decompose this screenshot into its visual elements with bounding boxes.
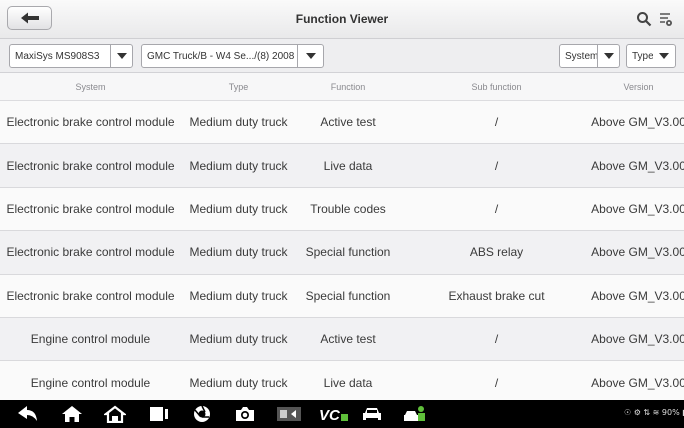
system-dropdown-label: System [565,50,597,62]
type-dropdown[interactable]: Type [626,44,676,68]
cell-sub-function: / [494,201,499,216]
cell-sub-function: Exhaust brake cut [448,288,545,303]
device-dropdown-label: MaxiSys MS908S3 [15,50,100,62]
device-dropdown[interactable]: MaxiSys MS908S3 [9,44,133,68]
vehicle-dropdown[interactable]: GMC Truck/B - W4 Se.../(8) 2008 [141,44,324,68]
cell-version: Above GM_V3.00 [591,332,684,347]
cell-type: Medium duty truck [189,158,288,173]
table-row[interactable]: Engine control module Medium duty truck … [0,361,684,405]
cell-version: Above GM_V3.00 [591,158,684,173]
cell-sub-function: / [494,375,499,390]
column-header-function[interactable]: Function [296,73,400,100]
cell-function: Active test [320,332,376,347]
vehicle-dropdown-label: GMC Truck/B - W4 Se.../(8) 2008 [147,50,295,62]
car-service-icon[interactable] [403,405,427,423]
camera-icon[interactable] [234,405,256,423]
cell-function: Active test [320,115,376,130]
table-row[interactable]: Electronic brake control module Medium d… [0,101,684,145]
cell-sub-function: / [494,158,499,173]
cell-version: Above GM_V3.00 [591,245,684,260]
cell-version: Above GM_V3.00 [591,201,684,216]
chevron-down-icon [597,45,619,67]
search-icon[interactable] [636,11,652,27]
type-dropdown-label: Type [632,50,653,62]
function-table: System Type Function Sub function Versio… [0,73,684,405]
cell-type: Medium duty truck [189,201,288,216]
cell-type: Medium duty truck [189,288,288,303]
column-header-system[interactable]: System [0,73,181,100]
cell-version: Above GM_V3.00 [591,375,684,390]
maxisys-home-icon[interactable] [104,405,126,423]
column-header-type[interactable]: Type [181,73,296,100]
browser-icon[interactable] [192,405,212,423]
table-header: System Type Function Sub function Versio… [0,73,684,101]
cell-system: Electronic brake control module [6,288,175,303]
system-dropdown[interactable]: System [559,44,620,68]
cell-type: Medium duty truck [189,245,288,260]
table-row[interactable]: Engine control module Medium duty truck … [0,317,684,362]
filter-toolbar: MaxiSys MS908S3 GMC Truck/B - W4 Se.../(… [0,39,684,73]
cell-version: Above GM_V3.00 [591,115,684,130]
cell-system: Electronic brake control module [6,115,175,130]
title-bar: Function Viewer [0,0,684,39]
cell-sub-function: ABS relay [469,245,524,260]
back-icon[interactable] [17,405,39,423]
cell-function: Special function [305,245,391,260]
cell-system: Electronic brake control module [6,201,175,216]
chevron-down-icon [653,45,675,67]
cell-function: Live data [323,158,373,173]
system-navbar: VC ☉ ⚙ ⇅ ≋ 90% ▮ 1:51 [0,400,684,428]
display-icon[interactable] [276,405,302,423]
home-icon[interactable] [61,405,83,423]
table-row[interactable]: Electronic brake control module Medium d… [0,144,684,188]
cell-version: Above GM_V3.00 [591,288,684,303]
column-header-sub-function[interactable]: Sub function [400,73,593,100]
table-row[interactable]: Electronic brake control module Medium d… [0,274,684,318]
vci-icon[interactable]: VC [319,405,349,423]
chevron-down-icon [297,45,323,67]
cell-function: Live data [323,375,373,390]
cell-system: Engine control module [30,375,151,390]
chevron-down-icon [110,45,132,67]
cell-system: Engine control module [30,332,151,347]
status-bar-text: ☉ ⚙ ⇅ ≋ 90% ▮ 1:51 [624,408,684,417]
cell-type: Medium duty truck [189,375,288,390]
cell-type: Medium duty truck [189,332,288,347]
page-title: Function Viewer [295,12,389,26]
cell-type: Medium duty truck [189,115,288,130]
cell-sub-function: / [494,332,499,347]
cell-system: Electronic brake control module [6,245,175,260]
table-row[interactable]: Electronic brake control module Medium d… [0,187,684,232]
table-row[interactable]: Electronic brake control module Medium d… [0,231,684,275]
cell-function: Trouble codes [310,201,386,216]
filter-settings-icon[interactable] [659,11,673,27]
car-icon[interactable] [361,405,383,423]
cell-system: Electronic brake control module [6,158,175,173]
column-header-version[interactable]: Version [593,73,684,100]
recent-apps-icon[interactable] [148,405,170,423]
cell-sub-function: / [494,115,499,130]
cell-function: Special function [305,288,391,303]
svg-text:VC: VC [319,407,341,423]
